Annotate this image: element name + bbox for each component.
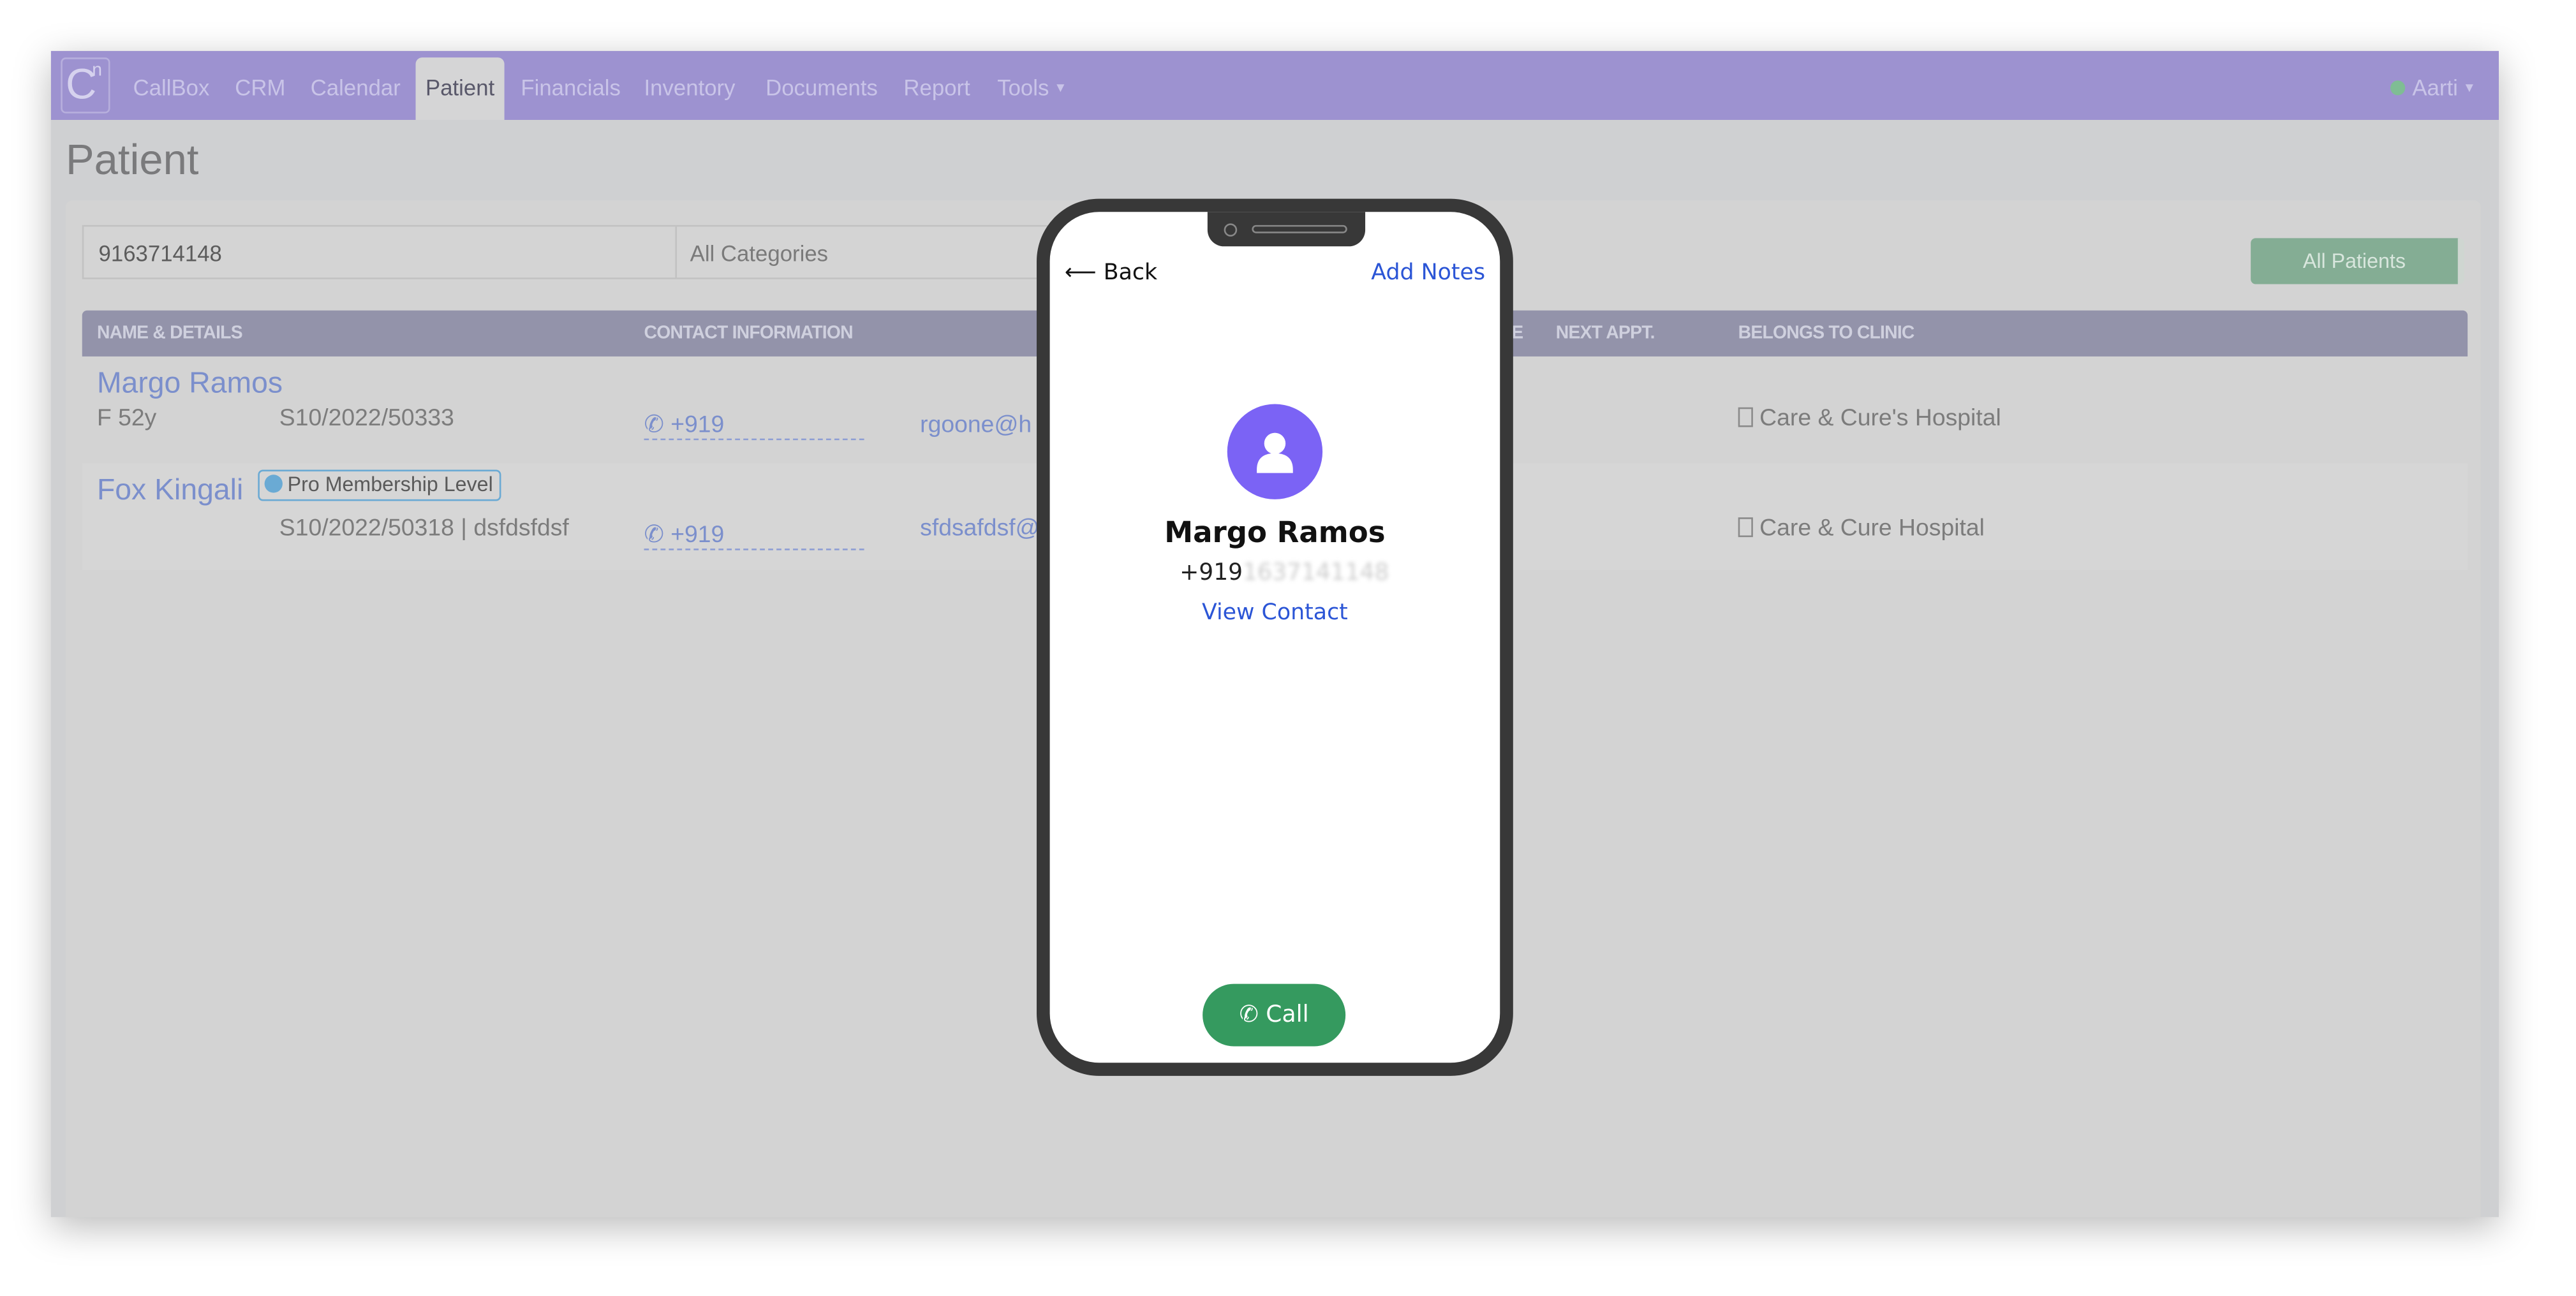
phone-link[interactable]: ✆ +919: [644, 522, 864, 550]
phone-icon: ✆: [644, 412, 664, 439]
caret-down-icon: ▼: [2462, 81, 2476, 96]
badge-label: Pro Membership Level: [287, 473, 493, 496]
patient-id: S10/2022/50333: [279, 406, 454, 432]
nav-crm[interactable]: CRM: [235, 51, 285, 120]
search-input[interactable]: 9163714148: [82, 225, 677, 279]
header-name-details: NAME & DETAILS: [96, 323, 243, 344]
nav-callbox[interactable]: CallBox: [133, 51, 210, 120]
page-title: Patient: [66, 135, 199, 184]
logo-sup: n: [92, 61, 102, 81]
badge-icon: [264, 475, 283, 493]
clinic-name: Care & Cure's Hospital: [1738, 406, 2001, 432]
user-name: Aarti: [2412, 75, 2458, 101]
header-belongs-to-clinic: BELONGS TO CLINIC: [1738, 323, 1915, 344]
header-contact-information: CONTACT INFORMATION: [644, 323, 854, 344]
nav-calendar[interactable]: Calendar: [311, 51, 401, 120]
nav-tools[interactable]: Tools ▼: [997, 51, 1067, 120]
phone-link[interactable]: ✆ +919: [644, 412, 864, 441]
clinic-label: Care & Cure's Hospital: [1759, 406, 2001, 432]
number-visible: +919: [1180, 560, 1243, 587]
clinic-name: Care & Cure Hospital: [1738, 516, 1985, 542]
header-next-appt: NEXT APPT.: [1555, 323, 1655, 344]
user-menu[interactable]: Aarti ▼: [2390, 51, 2476, 128]
all-patients-button[interactable]: All Patients: [2251, 238, 2464, 284]
speaker-icon: [1252, 225, 1347, 233]
number-blurred: 1637141148: [1243, 560, 1389, 587]
back-label: Back: [1103, 259, 1158, 286]
call-button[interactable]: ✆ Call: [1203, 983, 1346, 1047]
camera-icon: [1224, 223, 1238, 237]
hospital-icon: [1738, 407, 1753, 427]
phone-icon: ✆: [1239, 1001, 1259, 1029]
contact-avatar: [1227, 404, 1323, 499]
nav-financials[interactable]: Financials: [521, 51, 621, 120]
add-notes-link[interactable]: Add Notes: [1371, 260, 1485, 286]
email-link[interactable]: rgoone@h: [920, 412, 1032, 438]
hospital-icon: [1738, 517, 1753, 538]
phone-notch: [1207, 212, 1366, 247]
patient-name-link[interactable]: Margo Ramos: [97, 366, 283, 401]
call-label: Call: [1266, 1001, 1309, 1029]
patient-name-link[interactable]: Fox Kingali: [97, 473, 243, 508]
nav-inventory[interactable]: Inventory: [644, 51, 736, 120]
arrow-left-icon: ⟵: [1064, 259, 1097, 286]
phone-screen: ⟵ Back Add Notes Margo Ramos +9191637141…: [1049, 212, 1500, 1063]
email-link[interactable]: sfdsafdsf@: [920, 516, 1039, 542]
phone-call-modal: ⟵ Back Add Notes Margo Ramos +9191637141…: [1037, 198, 1513, 1076]
nav-patient[interactable]: Patient: [415, 57, 505, 120]
contact-name: Margo Ramos: [1164, 517, 1386, 550]
phone-number: +919: [670, 522, 725, 549]
online-status-icon: [2390, 80, 2406, 96]
view-contact-link[interactable]: View Contact: [1050, 600, 1500, 626]
membership-badge: Pro Membership Level: [258, 469, 501, 501]
header-partial: E: [1511, 323, 1523, 344]
nav-tools-label: Tools: [997, 75, 1049, 101]
nav-report[interactable]: Report: [903, 51, 970, 120]
clinic-label: Care & Cure Hospital: [1759, 515, 1985, 542]
back-button[interactable]: ⟵ Back: [1065, 260, 1157, 286]
top-nav: Cn CallBox CRM Calendar Patient Financia…: [50, 50, 2499, 120]
nav-documents[interactable]: Documents: [766, 51, 878, 120]
app-logo[interactable]: Cn: [61, 57, 110, 114]
category-select[interactable]: All Categories: [677, 225, 1055, 279]
gender-age: F 52y: [96, 406, 157, 432]
patient-id: S10/2022/50318 | dsfdsfdsf: [279, 515, 569, 542]
phone-number: +919: [670, 412, 725, 439]
user-icon: [1257, 432, 1293, 473]
caret-down-icon: ▼: [1054, 81, 1067, 96]
phone-icon: ✆: [644, 522, 664, 549]
contact-number: +9191637141148: [1180, 560, 1389, 586]
